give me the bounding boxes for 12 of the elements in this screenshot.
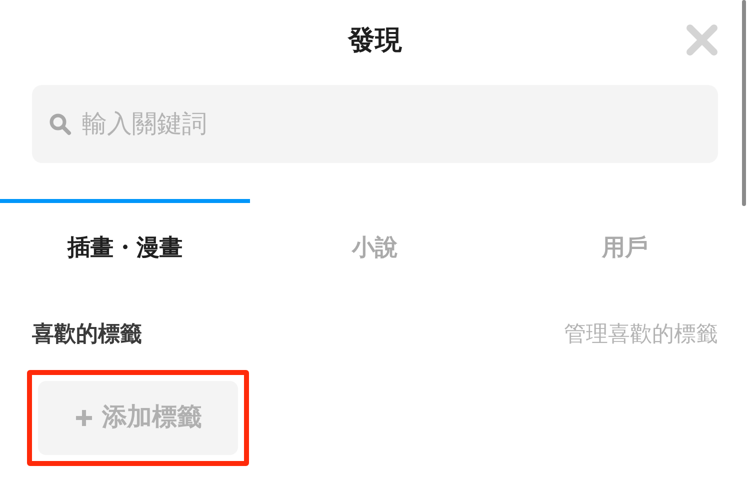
tab[interactable]: 用戶 [500,199,750,295]
section-title: 喜歡的標籤 [32,320,142,348]
window-title: 發現 [348,24,402,57]
add-tag-button[interactable]: 添加標籤 [38,381,238,455]
close-icon [686,24,718,56]
plus-icon [74,408,94,428]
manage-tags-link[interactable]: 管理喜歡的標籤 [564,317,718,350]
close-button[interactable] [684,22,720,58]
tab[interactable]: 小說 [250,199,500,295]
search-field[interactable]: 輸入關鍵詞 [32,85,718,163]
tab[interactable]: 插畫・漫畫 [0,199,250,295]
search-icon [48,112,72,136]
